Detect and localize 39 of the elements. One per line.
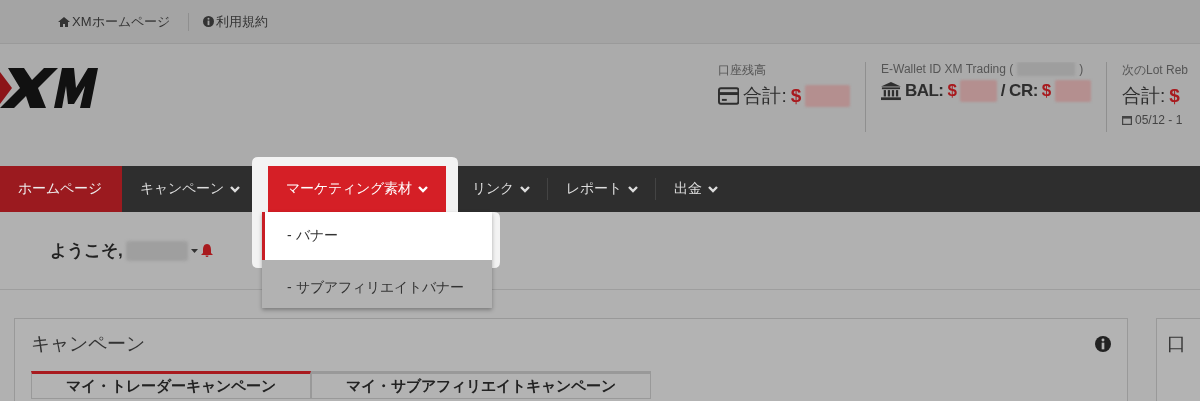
- card-title: 口: [1167, 333, 1186, 354]
- caret-icon[interactable]: [190, 248, 198, 253]
- top-link[interactable]: XMホームページ: [58, 12, 188, 31]
- redacted-amount: [960, 80, 997, 102]
- info-icon: [202, 16, 214, 27]
- nav-tab[interactable]: キャンペーン: [122, 166, 258, 212]
- redacted-amount: [805, 85, 850, 107]
- nav-tab[interactable]: マーケティング素材: [268, 166, 446, 212]
- currency-sign: $: [790, 85, 802, 107]
- calendar-icon: [1122, 115, 1132, 125]
- welcome-text: ようこそ,: [50, 240, 123, 262]
- nav-tab[interactable]: レポート: [548, 166, 656, 212]
- redacted-amount: [1054, 80, 1091, 102]
- credit-card-icon: [718, 87, 740, 105]
- nav-tab[interactable]: 出金: [656, 166, 736, 212]
- campaign-tab[interactable]: マイ・トレーダーキャンペーン: [31, 371, 311, 399]
- dropdown-item[interactable]: - サブアフィリエイトバナー: [262, 268, 492, 308]
- top-link[interactable]: 利用規約: [187, 12, 282, 31]
- total-label: 合計:: [743, 84, 787, 108]
- home-icon: [58, 16, 70, 27]
- balance-label: BAL:: [904, 81, 944, 101]
- stat-label: ): [1079, 62, 1084, 76]
- currency-sign: $: [947, 81, 957, 101]
- bell-icon[interactable]: [200, 244, 213, 257]
- date-range: 05/12 - 1: [1135, 113, 1183, 127]
- stat-label: E-Wallet ID XM Trading (: [881, 62, 1014, 76]
- total-label: 合計:: [1122, 84, 1166, 108]
- bank-icon: [881, 81, 901, 101]
- dropdown-item[interactable]: - バナー: [262, 212, 492, 260]
- nav-tab[interactable]: ホームページ: [0, 166, 122, 212]
- stat-label: 口座残高: [718, 62, 767, 79]
- campaign-tab[interactable]: マイ・サブアフィリエイトキャンペーン: [311, 371, 651, 399]
- currency-sign: $: [1169, 85, 1180, 107]
- currency-sign: $: [1041, 81, 1051, 101]
- info-icon[interactable]: [1095, 336, 1111, 352]
- card-title: キャンペーン: [31, 332, 145, 356]
- stat-label: 次のLot Reb: [1122, 62, 1189, 79]
- nav-tab[interactable]: リンク: [454, 166, 548, 212]
- credit-label: / CR:: [1000, 81, 1038, 101]
